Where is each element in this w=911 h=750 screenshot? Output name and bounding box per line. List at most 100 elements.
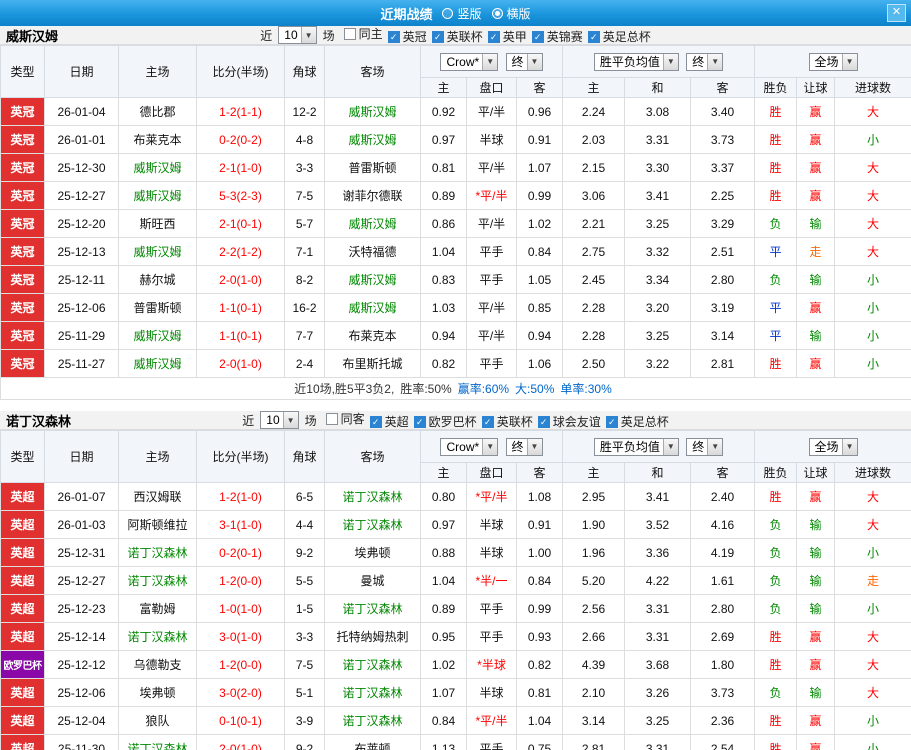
result-goals: 大 [834, 209, 911, 238]
checkbox-unchecked-icon[interactable] [343, 27, 356, 40]
away-team: 沃特福德 [324, 237, 421, 266]
result-outcome: 胜 [754, 622, 798, 651]
avg-odds-select[interactable]: 胜平负均值 ▼ [593, 437, 679, 456]
checkbox-checked-icon[interactable]: ✓ [531, 30, 544, 43]
league-badge: 英冠 [0, 293, 45, 322]
odds-time-select[interactable]: 终 ▼ [505, 437, 543, 456]
avg-time-select[interactable]: 终 ▼ [686, 52, 724, 71]
away-team: 托特纳姆热刺 [324, 622, 421, 651]
avg-odds-select[interactable]: 胜平负均值 ▼ [593, 52, 679, 71]
match-count-select[interactable]: 10 ▼ [260, 411, 299, 429]
checkbox-checked-icon[interactable]: ✓ [387, 30, 400, 43]
scope-select[interactable]: 全场 ▼ [808, 437, 858, 456]
avg-home-odds: 4.39 [562, 650, 626, 679]
corners: 8-2 [284, 265, 325, 294]
match-row: 英冠 25-12-27 威斯汉姆 5-3(2-3) 7-5 谢菲尔德联 0.89 *平/半 0.… [0, 181, 911, 210]
sub-header-goals: 进球数 [834, 77, 911, 98]
filter-checkbox[interactable]: ✓ 欧罗巴杯 [413, 413, 477, 430]
handicap-home-odds: 0.94 [420, 321, 467, 350]
filter-checkbox[interactable]: ✓ 英联杯 [481, 413, 533, 430]
filter-checkbox[interactable]: ✓ 英足总杯 [587, 28, 651, 45]
sub-header-home-odds: 主 [420, 77, 467, 98]
checkbox-checked-icon[interactable]: ✓ [369, 415, 382, 428]
handicap-line: 平手 [466, 594, 517, 623]
handicap-away-odds: 0.84 [515, 566, 564, 595]
handicap-away-odds: 0.91 [515, 510, 564, 539]
filter-checkbox[interactable]: ✓ 英甲 [487, 28, 527, 45]
checkbox-checked-icon[interactable]: ✓ [537, 415, 550, 428]
avg-time-select[interactable]: 终 ▼ [686, 437, 724, 456]
handicap-line: 半球 [466, 510, 517, 539]
filter-checkbox[interactable]: 同客 [325, 410, 365, 427]
avg-home-odds: 2.45 [562, 265, 626, 294]
sub-header-avg-away: 客 [690, 77, 756, 98]
view-option-vertical[interactable]: 竖版 [442, 5, 482, 22]
avg-draw-odds: 3.31 [624, 125, 692, 154]
filter-checkbox[interactable]: ✓ 英联杯 [431, 28, 483, 45]
checkbox-checked-icon[interactable]: ✓ [431, 30, 444, 43]
avg-away-odds: 2.36 [690, 706, 756, 735]
handicap-away-odds: 0.91 [515, 125, 564, 154]
view-option-horizontal[interactable]: 横版 [491, 5, 531, 22]
filter-checkbox[interactable]: ✓ 英冠 [387, 28, 427, 45]
result-outcome: 胜 [754, 97, 798, 126]
score-halftime: 1-2(0-0) [196, 566, 285, 595]
filter-checkbox[interactable]: ✓ 英足总杯 [605, 413, 669, 430]
chevron-down-icon: ▼ [482, 438, 498, 455]
bookmaker-select[interactable]: Crow* ▼ [440, 52, 499, 71]
checkbox-checked-icon[interactable]: ✓ [605, 415, 618, 428]
score-halftime: 2-0(1-0) [196, 349, 285, 378]
handicap-away-odds: 1.08 [515, 482, 564, 511]
avg-draw-odds: 3.36 [624, 538, 692, 567]
close-button[interactable]: ✕ [887, 4, 906, 22]
bookmaker-select[interactable]: Crow* ▼ [440, 437, 499, 456]
away-team: 诺丁汉森林 [324, 678, 421, 707]
checkbox-unchecked-icon[interactable] [325, 412, 338, 425]
odds-time-select[interactable]: 终 ▼ [505, 52, 543, 71]
checkbox-checked-icon[interactable]: ✓ [481, 415, 494, 428]
handicap-line: 平/半 [466, 153, 517, 182]
filter-checkbox[interactable]: ✓ 英超 [369, 413, 409, 430]
scope-select-value: 全场 [814, 440, 839, 454]
away-team: 布莱顿 [324, 734, 421, 750]
handicap-home-odds: 0.89 [420, 594, 467, 623]
result-handicap: 输 [796, 321, 836, 350]
handicap-away-odds: 1.00 [515, 538, 564, 567]
corners: 2-4 [284, 349, 325, 378]
away-team: 诺丁汉森林 [324, 650, 421, 679]
league-badge: 欧罗巴杯 [0, 650, 45, 679]
scope-select[interactable]: 全场 ▼ [808, 52, 858, 71]
filter-checkbox[interactable]: 同主 [343, 25, 383, 42]
avg-odds-select-value: 胜平负均值 [599, 440, 660, 454]
match-row: 英超 25-12-06 埃弗顿 3-0(2-0) 5-1 诺丁汉森林 1.07 半球 0.81 2… [0, 678, 911, 707]
checkbox-label: 英甲 [502, 30, 527, 44]
result-outcome: 胜 [754, 125, 798, 154]
filter-checkbox[interactable]: ✓ 英锦赛 [531, 28, 583, 45]
checkbox-checked-icon[interactable]: ✓ [587, 30, 600, 43]
team-filter-bar: 威斯汉姆 近 10 ▼ 场 同主 ✓ 英冠 ✓ 英联杯 ✓ 英甲 ✓ 英锦赛 ✓ 英足总杯 [0, 26, 911, 45]
checkbox-checked-icon[interactable]: ✓ [413, 415, 426, 428]
col-header-type: 类型 [0, 45, 45, 98]
result-goals: 小 [834, 538, 911, 567]
handicap-home-odds: 0.82 [420, 349, 467, 378]
match-date: 25-12-14 [44, 622, 119, 651]
match-row: 英超 25-12-04 狼队 0-1(0-1) 3-9 诺丁汉森林 0.84 *平/半 1.04… [0, 706, 911, 735]
score-halftime: 1-2(1-0) [196, 482, 285, 511]
corners: 4-4 [284, 510, 325, 539]
corners: 7-5 [284, 650, 325, 679]
home-team: 乌德勒支 [118, 650, 197, 679]
avg-away-odds: 4.19 [690, 538, 756, 567]
sub-header-avg-draw: 和 [624, 77, 692, 98]
result-handicap: 赢 [796, 349, 836, 378]
avg-draw-odds: 3.68 [624, 650, 692, 679]
checkbox-checked-icon[interactable]: ✓ [487, 30, 500, 43]
match-count-select[interactable]: 10 ▼ [278, 26, 317, 44]
league-badge: 英冠 [0, 97, 45, 126]
league-filter-checkboxes: 同主 ✓ 英冠 ✓ 英联杯 ✓ 英甲 ✓ 英锦赛 ✓ 英足总杯 [339, 25, 651, 45]
away-team: 布莱克本 [324, 321, 421, 350]
score-halftime: 1-1(0-1) [196, 321, 285, 350]
away-team: 威斯汉姆 [324, 125, 421, 154]
corners: 7-5 [284, 181, 325, 210]
sub-header-away-odds: 客 [515, 77, 564, 98]
filter-checkbox[interactable]: ✓ 球会友谊 [537, 413, 601, 430]
